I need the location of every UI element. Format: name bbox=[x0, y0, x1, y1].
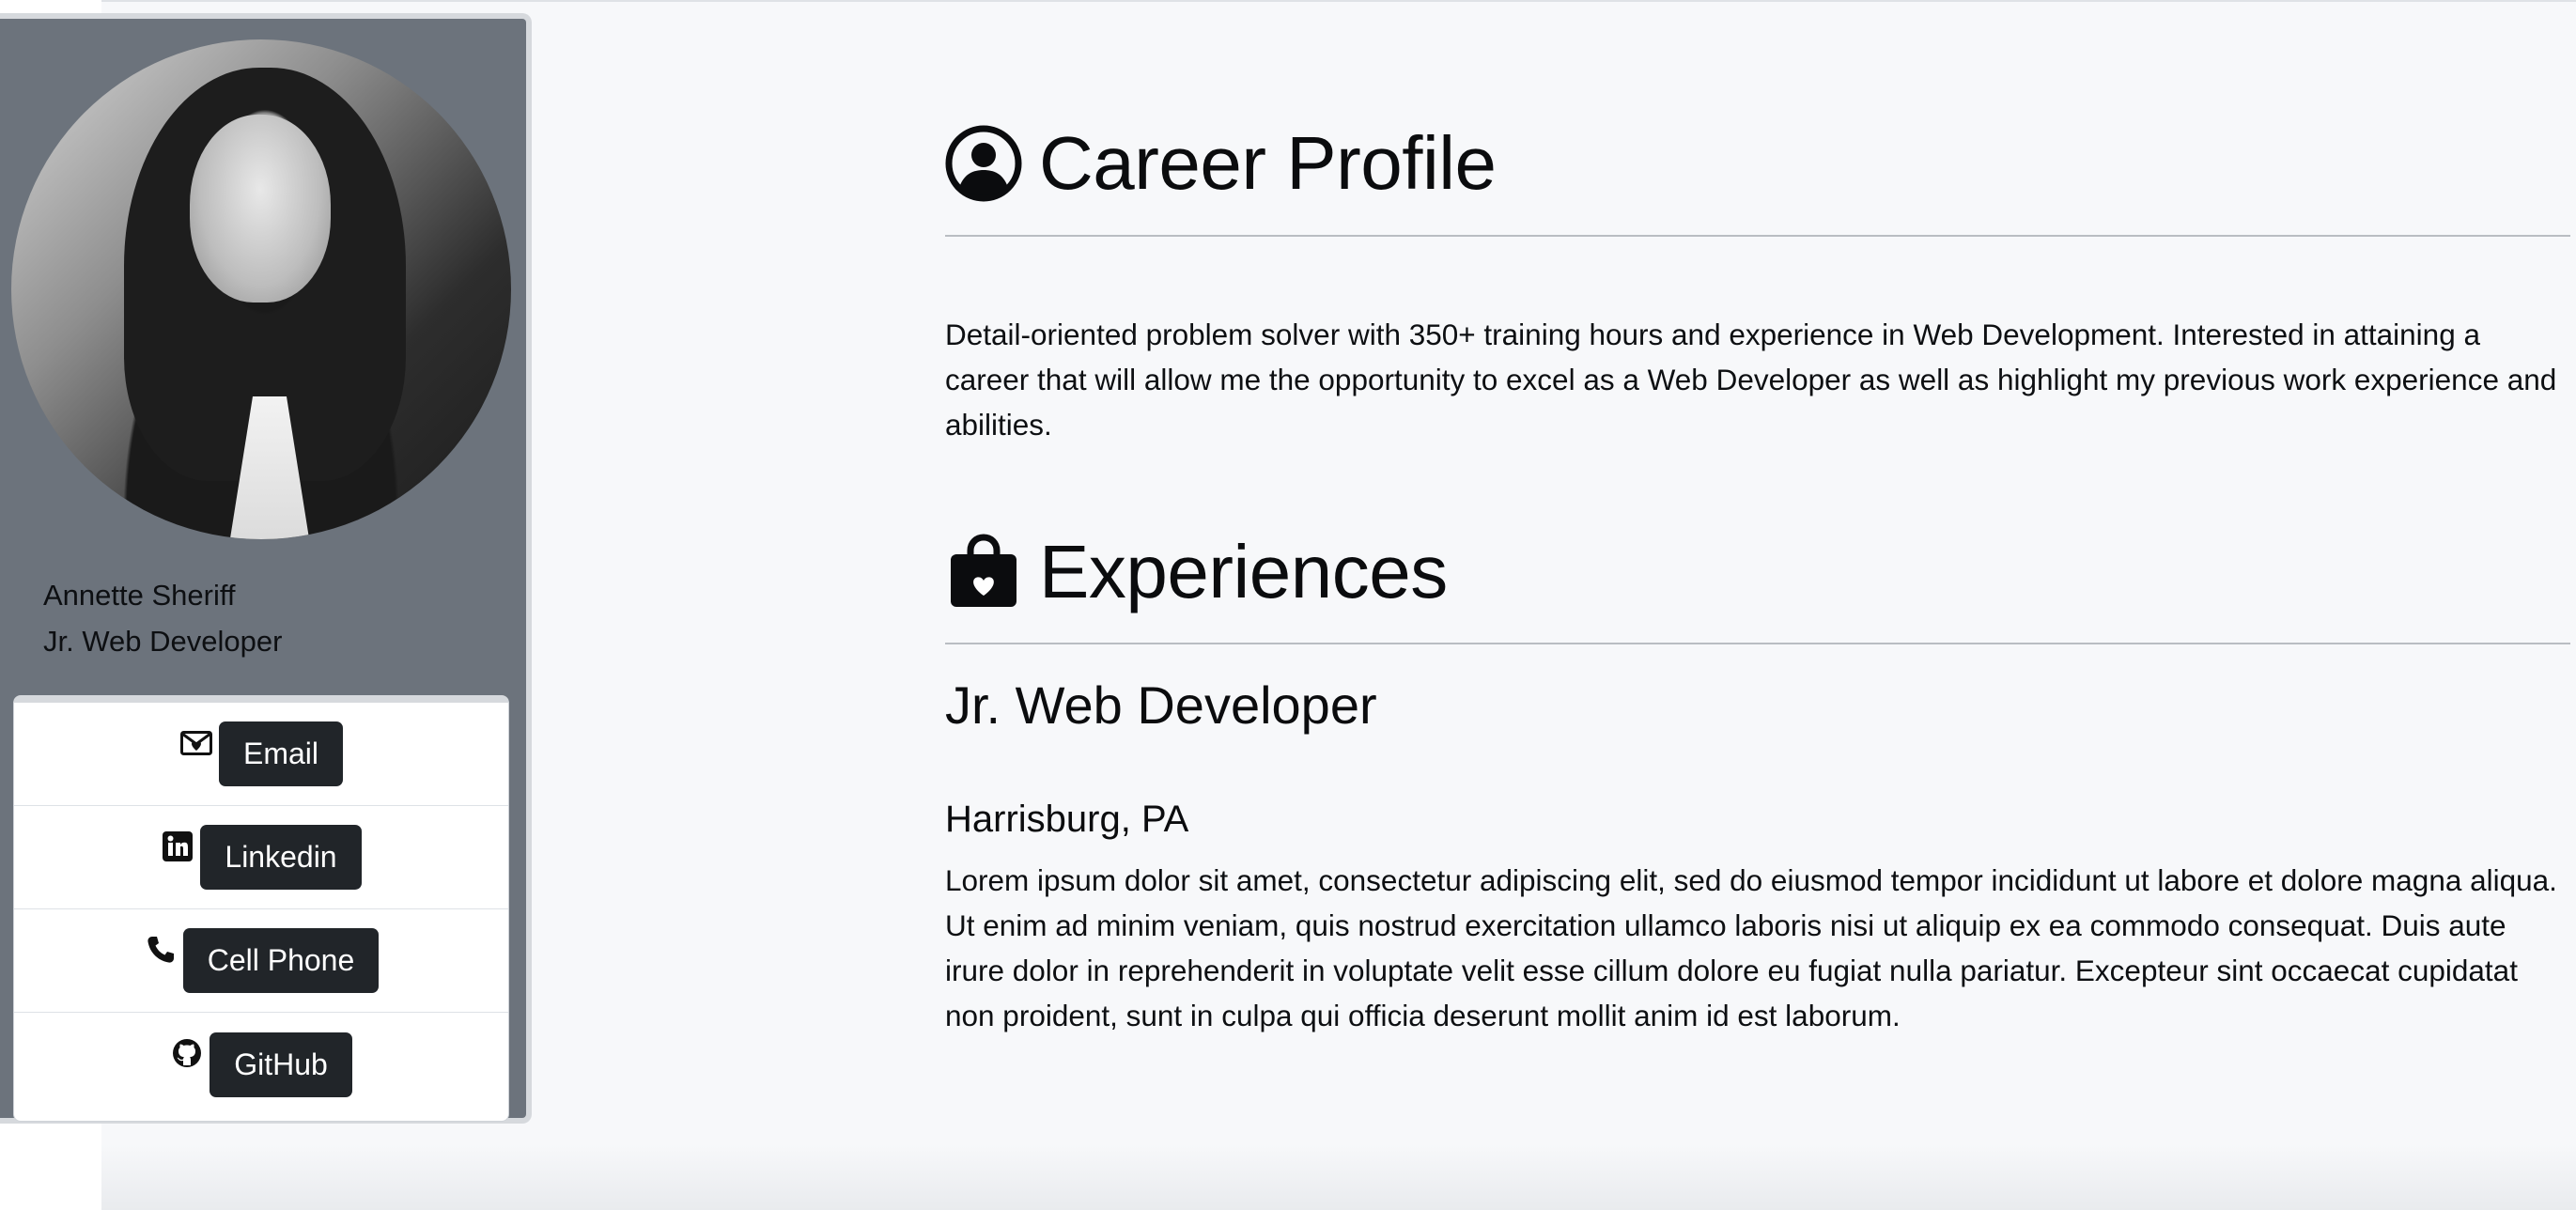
envelope-heart-icon bbox=[179, 726, 213, 760]
cell-phone-button[interactable]: Cell Phone bbox=[182, 928, 380, 993]
experiences-divider bbox=[945, 643, 2570, 644]
contact-item-phone: Cell Phone bbox=[14, 909, 508, 1013]
career-profile-title: Career Profile bbox=[1039, 121, 1497, 205]
profile-sidebar: Annette Sheriff Jr. Web Developer Email bbox=[0, 13, 532, 1124]
contact-item-github: GitHub bbox=[14, 1013, 508, 1116]
career-profile-heading: Career Profile bbox=[945, 120, 1497, 207]
github-icon bbox=[170, 1036, 204, 1070]
career-divider bbox=[945, 235, 2570, 237]
bag-heart-icon bbox=[945, 534, 1022, 611]
profile-role: Jr. Web Developer bbox=[43, 625, 283, 658]
person-circle-icon bbox=[945, 125, 1022, 202]
email-button[interactable]: Email bbox=[218, 721, 343, 786]
contact-item-email: Email bbox=[14, 703, 508, 806]
contact-list: Email Linkedin Cell Phone GitHub bbox=[13, 695, 509, 1122]
avatar bbox=[11, 39, 511, 539]
career-profile-text: Detail-oriented problem solver with 350+… bbox=[945, 318, 2557, 442]
job-location: Harrisburg, PA bbox=[945, 799, 1189, 840]
job-description: Lorem ipsum dolor sit amet, consectetur … bbox=[945, 863, 2557, 1032]
linkedin-icon bbox=[161, 830, 194, 863]
phone-icon bbox=[144, 933, 178, 967]
contact-item-linkedin: Linkedin bbox=[14, 806, 508, 909]
github-button[interactable]: GitHub bbox=[209, 1032, 352, 1097]
experiences-title: Experiences bbox=[1039, 530, 1448, 613]
profile-name: Annette Sheriff bbox=[43, 579, 236, 612]
experiences-heading: Experiences bbox=[945, 529, 1448, 615]
linkedin-button[interactable]: Linkedin bbox=[200, 825, 362, 890]
avatar-face bbox=[190, 115, 331, 302]
job-title: Jr. Web Developer bbox=[945, 675, 1377, 735]
footer-shadow bbox=[101, 1144, 2576, 1210]
